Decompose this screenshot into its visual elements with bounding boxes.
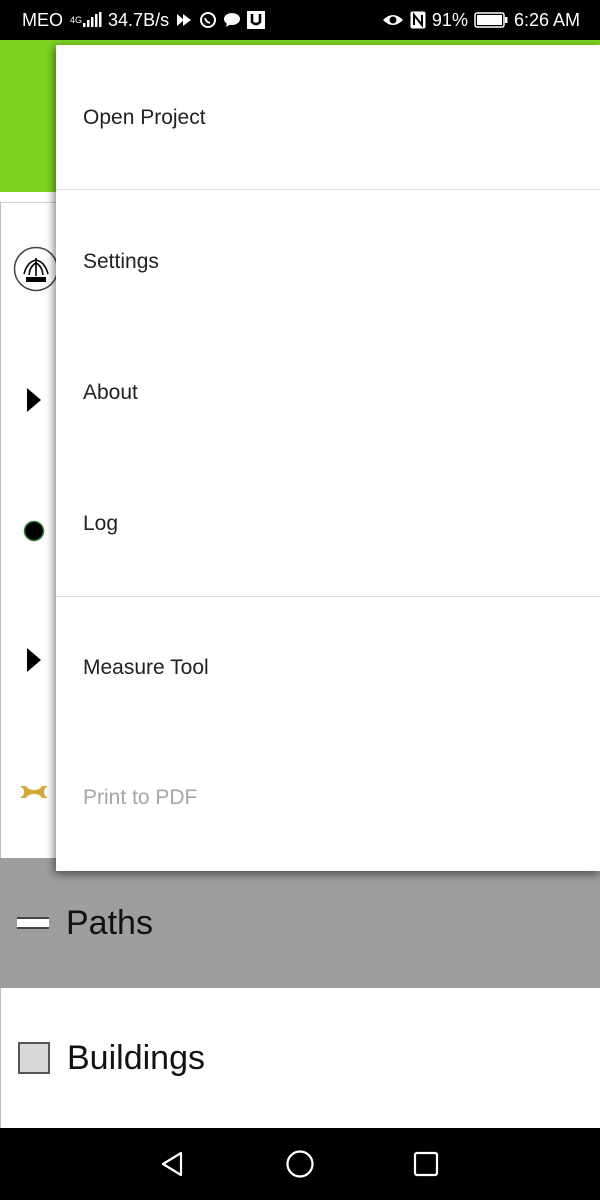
battery-percent: 91% [431, 9, 468, 30]
layer-label: Buildings [67, 1038, 205, 1077]
fountain-icon[interactable] [13, 246, 59, 292]
eye-icon [382, 12, 404, 28]
menu-item-log[interactable]: Log [56, 467, 600, 581]
menu-item-label: Measure Tool [83, 656, 209, 679]
dot-icon[interactable] [23, 520, 45, 542]
menu-item-label: Open Project [83, 106, 206, 129]
navigation-drawer: Open Project Settings About Log Measure … [56, 45, 600, 871]
home-icon[interactable] [280, 1146, 320, 1182]
menu-divider [56, 596, 600, 597]
layer-row-buildings[interactable]: Buildings [0, 988, 600, 1128]
menu-item-about[interactable]: About [56, 337, 600, 449]
u-app-icon [247, 11, 266, 29]
chat-bubble-icon [223, 12, 241, 28]
recents-icon[interactable] [406, 1146, 446, 1182]
battery-icon [474, 12, 508, 28]
menu-item-measure-tool[interactable]: Measure Tool [56, 612, 600, 724]
menu-item-label: About [83, 381, 138, 404]
signal-icon: 4G [69, 12, 102, 28]
carrier-name: MEO [22, 9, 64, 30]
menu-item-open-project[interactable]: Open Project [56, 65, 600, 171]
play-arrow-icon[interactable] [25, 646, 43, 674]
menu-divider [56, 189, 600, 190]
layer-row-paths[interactable]: Paths [0, 858, 600, 988]
network-type: 4G [70, 15, 83, 25]
back-icon[interactable] [152, 1146, 192, 1182]
layer-label: Paths [66, 903, 153, 942]
whatsapp-icon [199, 11, 217, 29]
bone-icon[interactable] [17, 783, 51, 801]
status-bar: MEO 4G 34.7B/s 91% 6:26 AM [0, 0, 600, 40]
status-bar-right: 91% 6:26 AM [382, 10, 580, 31]
buildings-swatch [18, 1042, 50, 1074]
network-speed: 34.7B/s [108, 9, 170, 30]
system-nav-bar [0, 1128, 600, 1200]
play-arrow-icon[interactable] [25, 386, 43, 414]
menu-item-label: Settings [83, 250, 159, 273]
menu-item-label: Print to PDF [83, 786, 198, 809]
nfc-icon [410, 11, 426, 29]
data-arrow-icon [175, 12, 193, 28]
menu-item-settings[interactable]: Settings [56, 205, 600, 319]
menu-item-print-to-pdf: Print to PDF [56, 742, 600, 854]
menu-item-label: Log [83, 512, 119, 535]
clock: 6:26 AM [513, 9, 580, 30]
paths-swatch [17, 917, 49, 929]
status-bar-left: MEO 4G 34.7B/s [22, 9, 266, 31]
